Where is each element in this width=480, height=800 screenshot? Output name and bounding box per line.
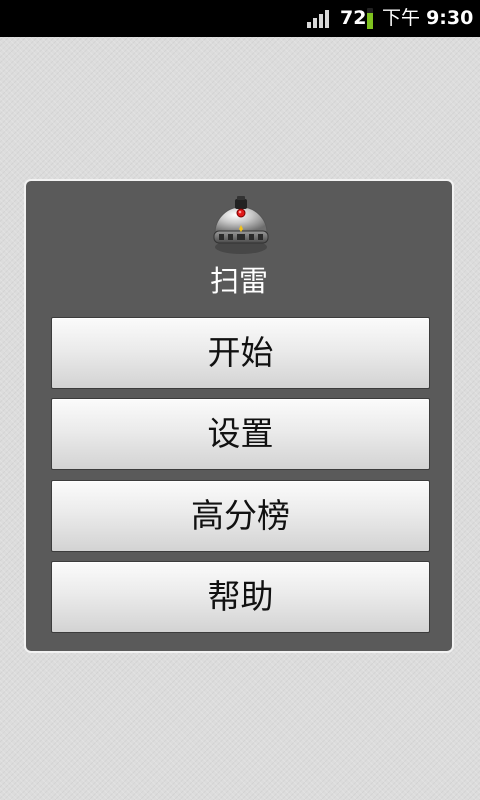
battery-icon (367, 8, 373, 29)
clock-am-pm: 下午 (382, 7, 421, 29)
settings-button[interactable]: 设置 (51, 398, 430, 470)
app-title: 扫雷 (209, 264, 268, 298)
battery-level: 72 (340, 7, 367, 29)
clock: 下午 9:30 (382, 6, 473, 30)
minesweeper-bomb-icon (213, 196, 269, 254)
start-button[interactable]: 开始 (51, 317, 430, 389)
clock-time: 9:30 (426, 7, 474, 29)
signal-bars-icon (307, 8, 333, 28)
help-button[interactable]: 帮助 (51, 561, 430, 633)
status-bar: 72 下午 9:30 (0, 0, 480, 37)
high-scores-button[interactable]: 高分榜 (51, 480, 430, 552)
main-menu-dialog: 扫雷 开始 设置 高分榜 帮助 (24, 179, 454, 653)
